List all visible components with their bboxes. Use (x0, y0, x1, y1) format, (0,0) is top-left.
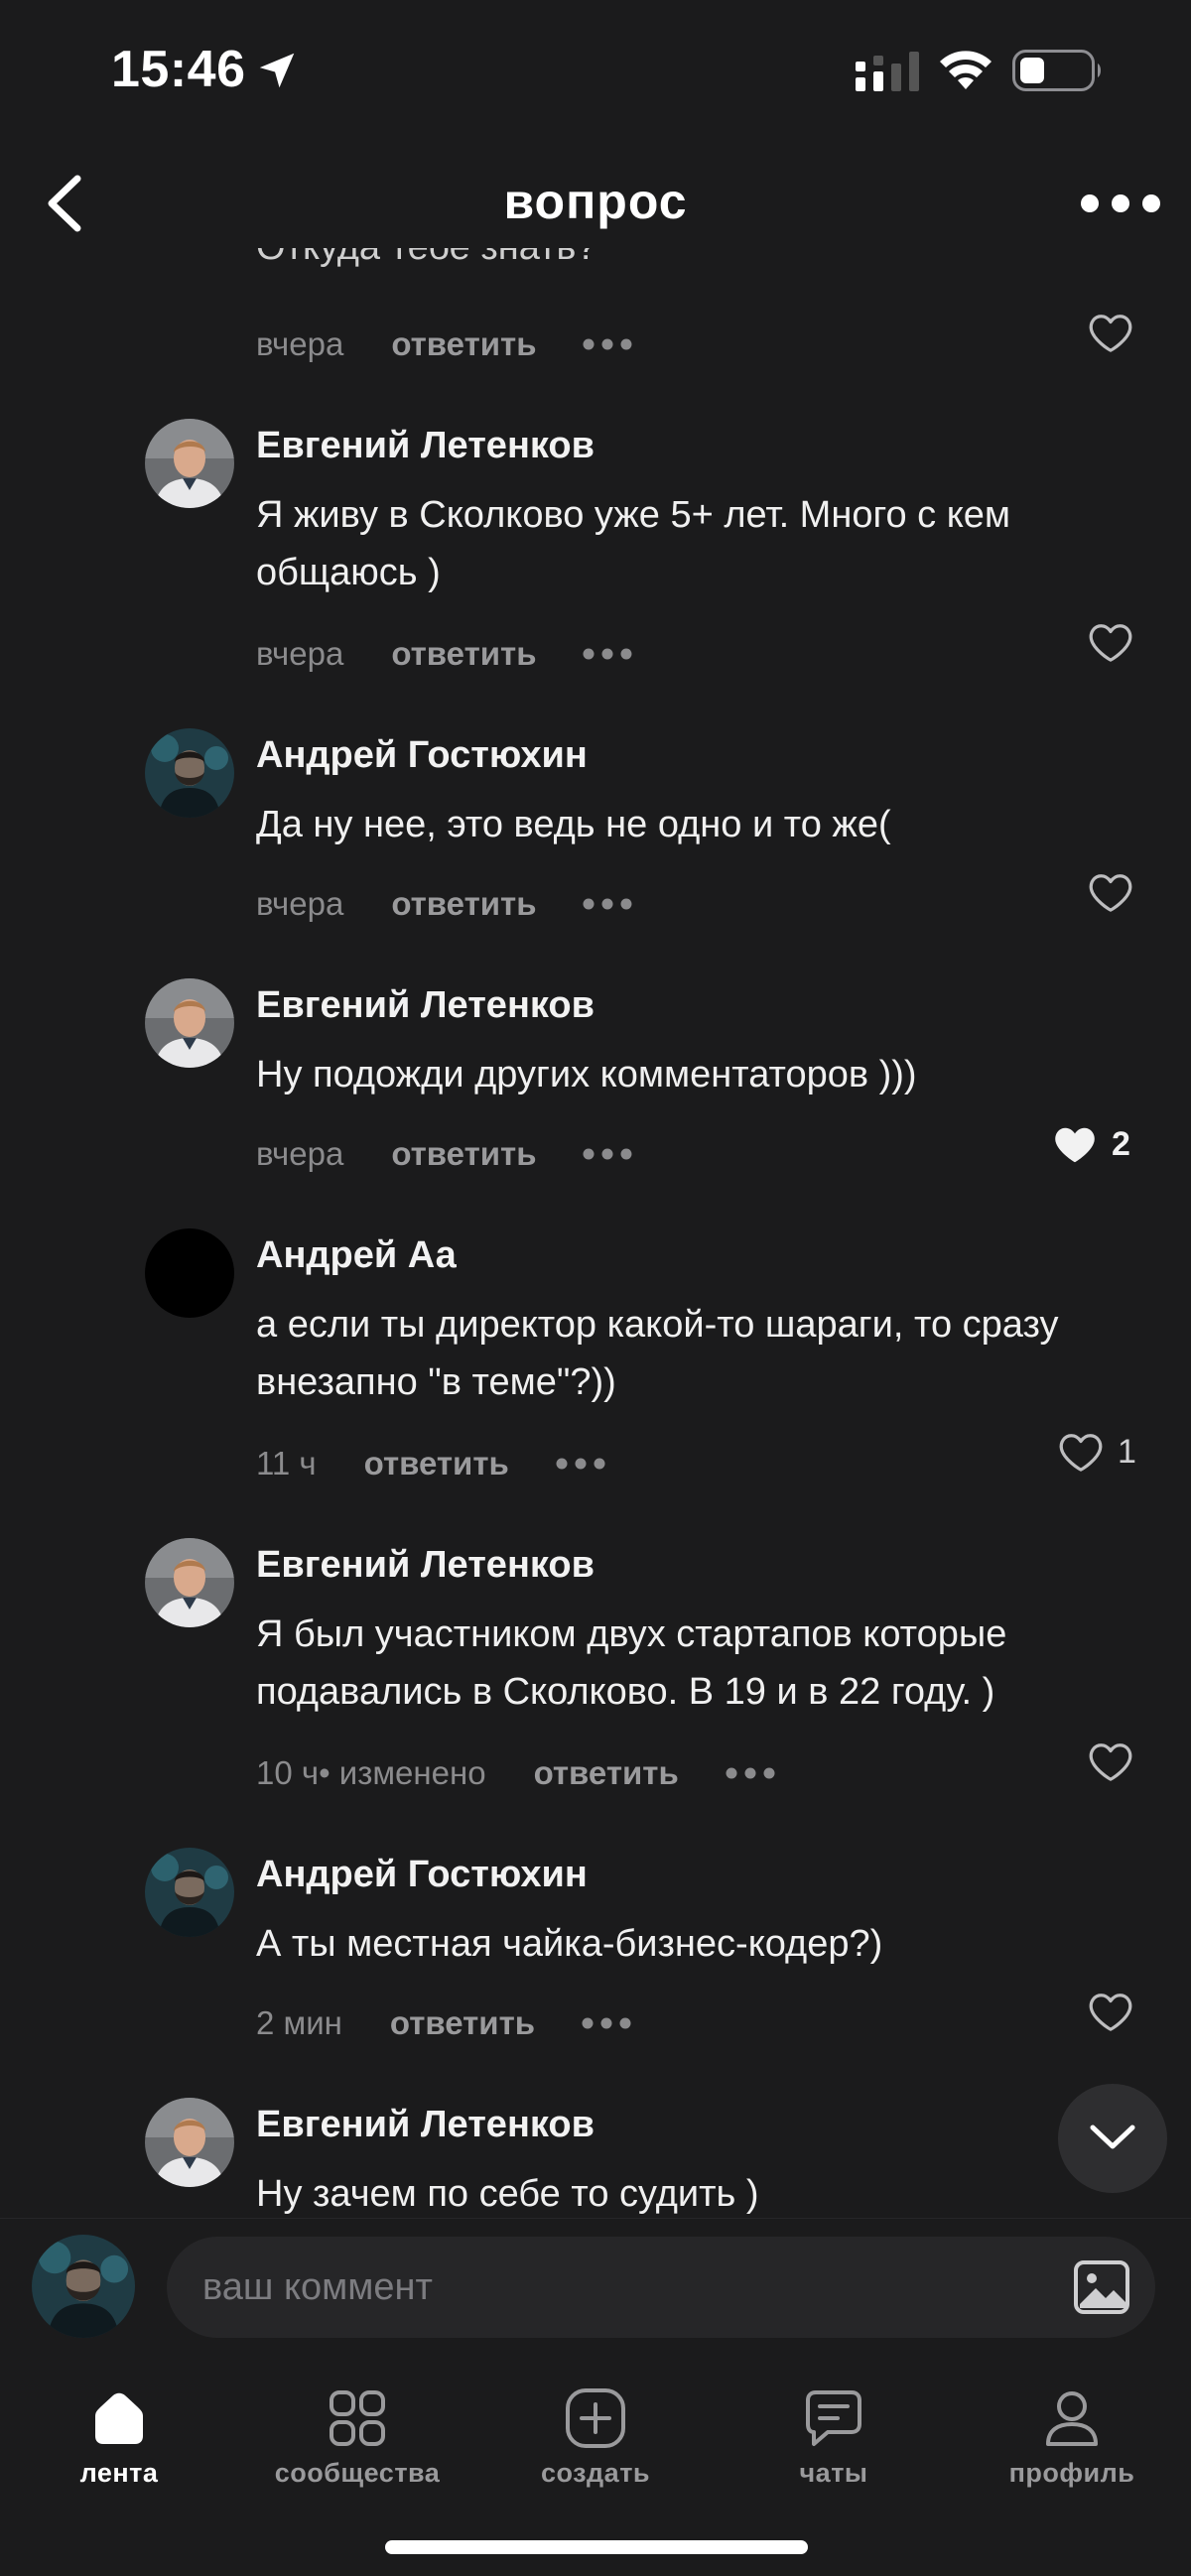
comment-text: А ты местная чайка-бизнес-кодер?) (256, 1923, 883, 1965)
wifi-icon (940, 51, 992, 89)
heart-outline-icon (1088, 1740, 1133, 1782)
like-button[interactable]: 2 (1052, 1123, 1130, 1165)
avatar[interactable] (145, 1848, 234, 1937)
comment-meta: вчера ответить (256, 321, 633, 368)
like-count: 2 (1112, 1124, 1130, 1163)
like-button[interactable]: 1 (1058, 1431, 1136, 1473)
comment-time: 11 ч (256, 1445, 317, 1481)
comment-meta: 2 мин ответить (256, 1999, 632, 2047)
tab-profile[interactable]: профиль (953, 2377, 1191, 2496)
reply-button[interactable]: ответить (390, 2004, 535, 2042)
cellular-signal-icon (856, 52, 919, 91)
plus-square-icon (566, 2388, 625, 2448)
comment-author[interactable]: Евгений Летенков (256, 984, 595, 1027)
tab-label: лента (79, 2458, 159, 2488)
comment-text: Да ну нее, это ведь не одно и то же( (256, 804, 891, 845)
avatar[interactable] (145, 978, 234, 1068)
edited-label: • изменено (319, 1754, 486, 1791)
comment-text: Откуда тебе знать? (256, 248, 596, 269)
comment-time: 2 мин (256, 2004, 342, 2041)
like-button[interactable] (1088, 1991, 1133, 2032)
comment-text: Я живу в Сколково уже 5+ лет. Много с ке… (256, 494, 1011, 593)
comment-author[interactable]: Евгений Летенков (256, 425, 595, 467)
heart-outline-icon (1088, 621, 1133, 663)
comment-more-icon[interactable] (582, 337, 633, 351)
more-options-icon[interactable] (1077, 179, 1164, 228)
comment-meta: вчера ответить (256, 630, 633, 678)
tab-label: сообщества (274, 2458, 441, 2488)
comment-more-icon[interactable] (582, 647, 633, 661)
avatar[interactable] (145, 1538, 234, 1627)
heart-outline-icon (1088, 312, 1133, 353)
tab-chats[interactable]: чаты (715, 2377, 953, 2496)
like-button[interactable] (1088, 871, 1133, 913)
heart-filled-icon (1052, 1123, 1098, 1165)
reply-button[interactable]: ответить (391, 325, 536, 363)
heart-outline-icon (1058, 1431, 1104, 1473)
comment-time: вчера (256, 885, 344, 922)
comment-more-icon[interactable] (581, 2016, 632, 2030)
comment-time: 10 ч (256, 1754, 320, 1791)
avatar[interactable] (145, 2098, 234, 2187)
avatar[interactable] (145, 1228, 234, 1318)
comment-list[interactable]: Откуда тебе знать? вчера ответить Евгени… (0, 248, 1191, 2223)
heart-outline-icon (1088, 871, 1133, 913)
comment-text: Ну подожди других комментаторов ))) (256, 1054, 917, 1095)
scroll-down-button[interactable] (1058, 2084, 1167, 2193)
chevron-down-icon (1090, 2125, 1135, 2149)
comment-more-icon[interactable] (555, 1457, 606, 1471)
comment-author[interactable]: Андрей Гостюхин (256, 1854, 588, 1896)
comment-meta: 11 ч ответить (256, 1440, 606, 1487)
comment-more-icon[interactable] (582, 897, 633, 911)
tab-create[interactable]: создать (476, 2377, 715, 2496)
home-indicator (385, 2540, 808, 2554)
tab-label: создать (540, 2458, 651, 2488)
comment-author[interactable]: Евгений Летенков (256, 2104, 595, 2146)
comment-meta: вчера ответить (256, 1130, 633, 1178)
reply-button[interactable]: ответить (391, 635, 536, 673)
grid-icon (330, 2390, 385, 2446)
status-time: 15:46 (111, 41, 246, 98)
status-bar: 15:46 (0, 0, 1191, 139)
person-icon (1046, 2391, 1098, 2446)
comment-input[interactable] (167, 2237, 1155, 2338)
comment-author[interactable]: Андрей Аа (256, 1234, 457, 1277)
comment-composer (0, 2218, 1191, 2358)
reply-button[interactable]: ответить (534, 1754, 679, 1792)
comment-more-icon[interactable] (725, 1766, 776, 1780)
reply-button[interactable]: ответить (391, 885, 536, 923)
like-button[interactable] (1088, 312, 1133, 353)
like-count: 1 (1118, 1432, 1136, 1471)
comment-text: Ну зачем по себе то судить ) (256, 2173, 759, 2215)
tab-communities[interactable]: сообщества (238, 2377, 476, 2496)
comment-time: вчера (256, 325, 344, 362)
heart-outline-icon (1088, 1991, 1133, 2032)
comment-time: вчера (256, 635, 344, 672)
comment-author[interactable]: Андрей Гостюхин (256, 734, 588, 777)
home-icon (95, 2392, 143, 2444)
page-title: вопрос (503, 174, 688, 229)
comment-meta: вчера ответить (256, 880, 633, 928)
tab-feed[interactable]: лента (0, 2377, 238, 2496)
avatar[interactable] (145, 728, 234, 818)
comment-more-icon[interactable] (582, 1147, 633, 1161)
current-user-avatar[interactable] (32, 2235, 135, 2338)
comment-author[interactable]: Евгений Летенков (256, 1544, 595, 1587)
reply-button[interactable]: ответить (391, 1135, 536, 1173)
tab-label: чаты (799, 2458, 868, 2488)
chat-bubble-icon (806, 2390, 861, 2446)
reply-button[interactable]: ответить (364, 1445, 509, 1482)
comment-time: вчера (256, 1135, 344, 1172)
comment-text: а если ты директор какой-то шараги, то с… (256, 1304, 1059, 1403)
attach-image-icon[interactable] (1072, 2258, 1131, 2316)
like-button[interactable] (1088, 621, 1133, 663)
comment-text: Я был участником двух стартапов которые … (256, 1613, 1007, 1713)
tab-label: профиль (1008, 2458, 1135, 2488)
top-header: вопрос (0, 149, 1191, 258)
battery-icon (1012, 50, 1101, 91)
location-arrow-icon (259, 53, 295, 88)
comment-meta: 10 ч • изменено ответить (256, 1749, 776, 1797)
avatar[interactable] (145, 419, 234, 508)
like-button[interactable] (1088, 1740, 1133, 1782)
